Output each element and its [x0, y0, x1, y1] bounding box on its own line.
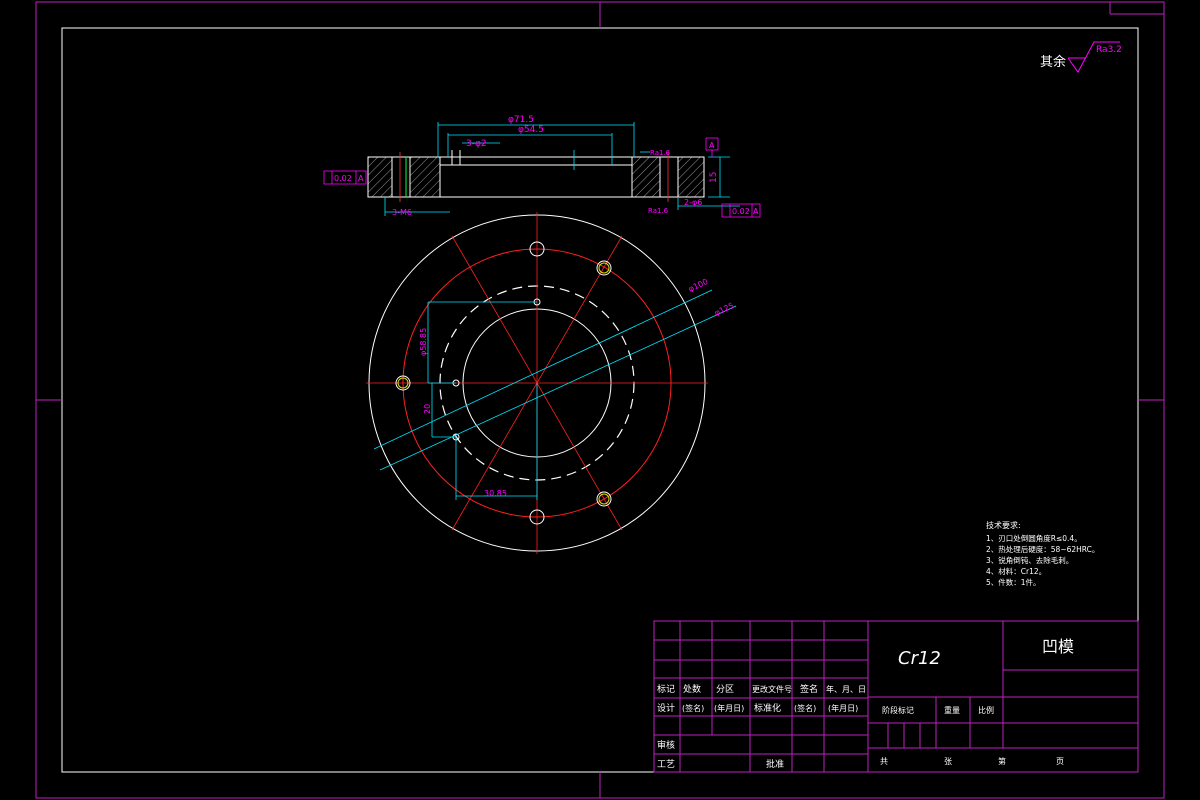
dim-recess-depth: 3-φ2	[466, 139, 487, 149]
page-suffix: 页	[1056, 757, 1064, 766]
flatness-datum: A	[358, 174, 364, 183]
dim-pcd-small: φ125	[713, 301, 735, 318]
flatness-value: 0.02	[334, 174, 352, 183]
ra-top: Ra1.6	[650, 149, 671, 157]
tech-item: 4、材料：Cr12。	[986, 566, 1046, 576]
surface-finish-value: Ra3.2	[1096, 45, 1122, 55]
ra-bottom: Ra1.6	[648, 207, 669, 215]
tech-item: 2、热处理后硬度：58~62HRC。	[986, 544, 1099, 554]
review-label: 审核	[657, 739, 675, 751]
plan-view: φ100 φ125 φ58.85 20 30.85	[366, 212, 737, 554]
material-label: Cr12	[898, 648, 941, 669]
title-block: Cr12 凹模 标记 处数 分区 更改文件号 签名 年、月、日 设计 (签名) …	[653, 620, 1139, 773]
header-cell: 年、月、日	[826, 684, 866, 694]
parallel-value: 0.02	[732, 207, 750, 216]
tech-title: 技术要求:	[986, 520, 1021, 530]
process-label: 工艺	[657, 759, 675, 770]
tech-item: 1、刃口处倒圆角度R≤0.4。	[986, 533, 1082, 543]
parallel-datum: A	[753, 207, 759, 216]
design-cell: (年月日)	[828, 703, 858, 713]
design-cell: 设计	[657, 702, 675, 714]
dim-thread: 3-M6	[392, 208, 412, 217]
dim-height: 15	[709, 172, 719, 183]
header-cell: 标记	[657, 683, 675, 695]
dim-recess-dia: φ54.5	[518, 125, 544, 135]
dim-vertical-2: 20	[423, 404, 432, 414]
stage-label: 阶段标记	[882, 705, 914, 715]
page-label: 第	[998, 756, 1006, 766]
section-view: φ71.5 φ54.5 3-φ2 15 0.02 A 0.02 A A 3-M6…	[323, 115, 761, 218]
sheet-label: 张	[944, 757, 952, 766]
sheet-border	[35, 1, 1165, 799]
design-cell: 标准化	[754, 702, 781, 714]
design-cell: (签名)	[682, 703, 704, 713]
header-cell: 处数	[683, 683, 701, 695]
dim-holes: 2-φ6	[684, 198, 702, 207]
cad-drawing: 其余 Ra3.2 φ71.5 φ54.5 3-φ2 15 0.02 A 0.02…	[35, 1, 1165, 799]
header-cell: 签名	[800, 683, 818, 695]
dim-outer-dia: φ71.5	[508, 115, 534, 125]
design-cell: (年月日)	[714, 703, 744, 713]
scale-label: 比例	[978, 705, 994, 715]
dim-pcd-large: φ100	[687, 277, 709, 294]
surface-finish-prefix: 其余	[1040, 54, 1066, 70]
approve-label: 批准	[766, 758, 784, 770]
dim-vertical-1: φ58.85	[419, 328, 428, 356]
design-cell: (签名)	[794, 703, 816, 713]
surface-finish-symbol: 其余 Ra3.2	[1040, 41, 1122, 73]
weight-label: 重量	[944, 705, 960, 715]
dim-horizontal: 30.85	[484, 489, 507, 498]
tech-item: 3、锐角倒钝、去除毛刺。	[986, 555, 1073, 565]
header-cell: 分区	[716, 684, 734, 695]
total-label: 共	[880, 757, 888, 766]
tech-item: 5、件数：1件。	[986, 577, 1041, 587]
tech-requirements: 技术要求: 1、刃口处倒圆角度R≤0.4。 2、热处理后硬度：58~62HRC。…	[986, 520, 1099, 587]
part-name: 凹模	[1042, 637, 1074, 656]
datum-label: A	[709, 141, 715, 150]
header-cell: 更改文件号	[752, 684, 792, 694]
